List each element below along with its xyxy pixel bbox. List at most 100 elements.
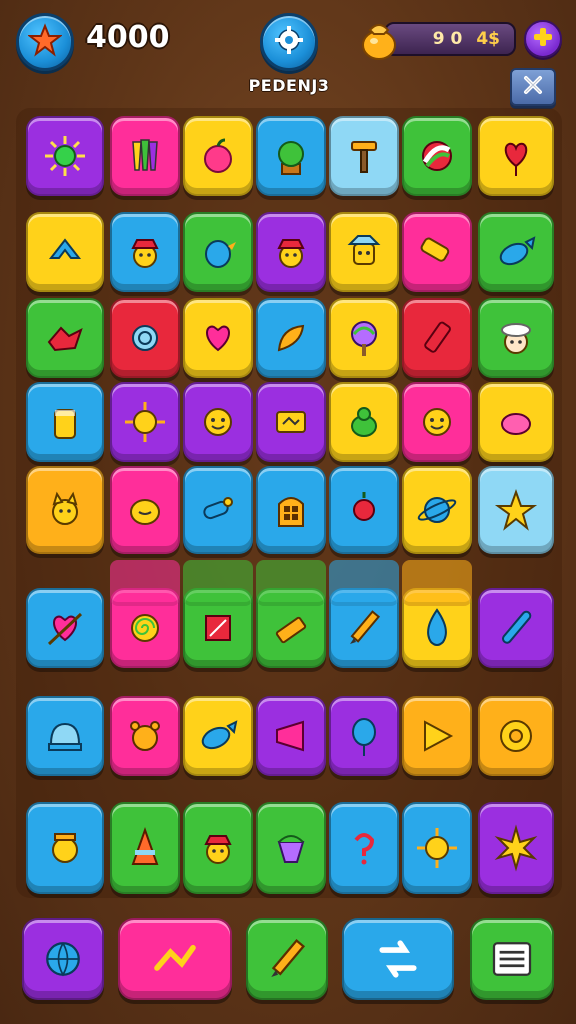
game-tile[interactable] [256,212,326,292]
hat-face-icon [267,228,315,276]
sun-icon [413,824,461,872]
gear-icon [272,23,306,61]
game-tile[interactable] [183,212,253,292]
bottom-action-button[interactable] [342,918,454,1000]
close-icon [521,73,545,101]
level-label: PEDENJ3 [248,76,330,95]
game-tile[interactable] [26,298,104,378]
card-icon [267,398,315,446]
game-tile[interactable] [478,298,554,378]
game-tile[interactable] [110,212,180,292]
roller-icon [413,228,461,276]
game-tile[interactable] [110,466,180,554]
game-tile[interactable] [110,116,180,196]
game-tile[interactable] [329,466,399,554]
dragon-icon [41,314,89,362]
game-tile[interactable] [329,116,399,196]
smiley-icon [413,398,461,446]
planet-icon [413,486,461,534]
cone-icon [121,824,169,872]
snail-icon [121,314,169,362]
game-tile[interactable] [478,802,554,894]
game-tile[interactable] [26,212,104,292]
bird-icon [194,228,242,276]
add-currency-button[interactable] [524,20,562,58]
falling-tile-ghost [402,560,472,606]
marker-icon [413,314,461,362]
burst-icon [492,824,540,872]
sun-gem-icon [41,132,89,180]
fish-icon [492,228,540,276]
settings-button[interactable] [260,13,318,71]
potted-plant-icon [267,132,315,180]
game-tile[interactable] [329,696,399,776]
game-tile[interactable] [256,382,326,462]
heart-book-icon [194,314,242,362]
game-tile[interactable] [329,802,399,894]
balloon-icon [340,712,388,760]
question-icon [340,824,388,872]
game-tile[interactable] [256,466,326,554]
game-tile[interactable] [110,382,180,462]
flower-icon [340,486,388,534]
game-tile[interactable] [329,382,399,462]
game-tile[interactable] [402,466,472,554]
eraser-icon [267,604,315,652]
pig-icon [492,398,540,446]
game-tile[interactable] [26,466,104,554]
game-tile[interactable] [26,382,104,462]
game-tile[interactable] [256,116,326,196]
falling-tile-ghost [183,560,253,606]
game-tile[interactable] [110,802,180,894]
window-icon [267,486,315,534]
cannon-icon [194,486,242,534]
plus-icon [531,25,555,53]
bottom-action-button[interactable] [22,918,104,1000]
falling-tile-ghost [256,560,326,606]
play-icon [413,712,461,760]
hat-face-icon [194,824,242,872]
game-tile[interactable] [402,696,472,776]
game-tile[interactable] [26,116,104,196]
game-tile[interactable] [478,588,554,668]
game-tile[interactable] [256,802,326,894]
game-tile[interactable] [478,116,554,196]
swap-icon [371,932,425,986]
game-tile[interactable] [183,696,253,776]
heart-arrow-icon [41,604,89,652]
bottom-action-button[interactable] [118,918,232,1000]
game-tile[interactable] [183,466,253,554]
cloud-face-icon [492,314,540,362]
globe-icon [36,932,90,986]
game-tile[interactable] [110,298,180,378]
game-tile[interactable] [478,212,554,292]
spiral-icon [121,604,169,652]
game-tile[interactable] [183,382,253,462]
rainbow-tree-icon [340,314,388,362]
game-tile[interactable] [26,588,104,668]
game-tile[interactable] [26,696,104,776]
game-tile[interactable] [402,382,472,462]
game-tile[interactable] [256,298,326,378]
game-tile[interactable] [478,696,554,776]
game-tile[interactable] [329,298,399,378]
game-tile[interactable] [402,116,472,196]
bottom-action-button[interactable] [470,918,554,1000]
profile-star-button[interactable] [16,13,74,71]
game-tile[interactable] [478,382,554,462]
game-tile[interactable] [110,696,180,776]
game-tile[interactable] [402,802,472,894]
game-tile[interactable] [26,802,104,894]
close-button[interactable] [510,68,556,106]
game-tile[interactable] [402,298,472,378]
hammer-icon [340,132,388,180]
game-tile[interactable] [183,116,253,196]
game-tile[interactable] [256,696,326,776]
game-tile[interactable] [478,466,554,554]
game-tile[interactable] [183,298,253,378]
gear-ring-icon [492,712,540,760]
game-tile[interactable] [329,212,399,292]
bottom-action-button[interactable] [246,918,328,1000]
game-tile[interactable] [183,802,253,894]
game-tile[interactable] [402,212,472,292]
